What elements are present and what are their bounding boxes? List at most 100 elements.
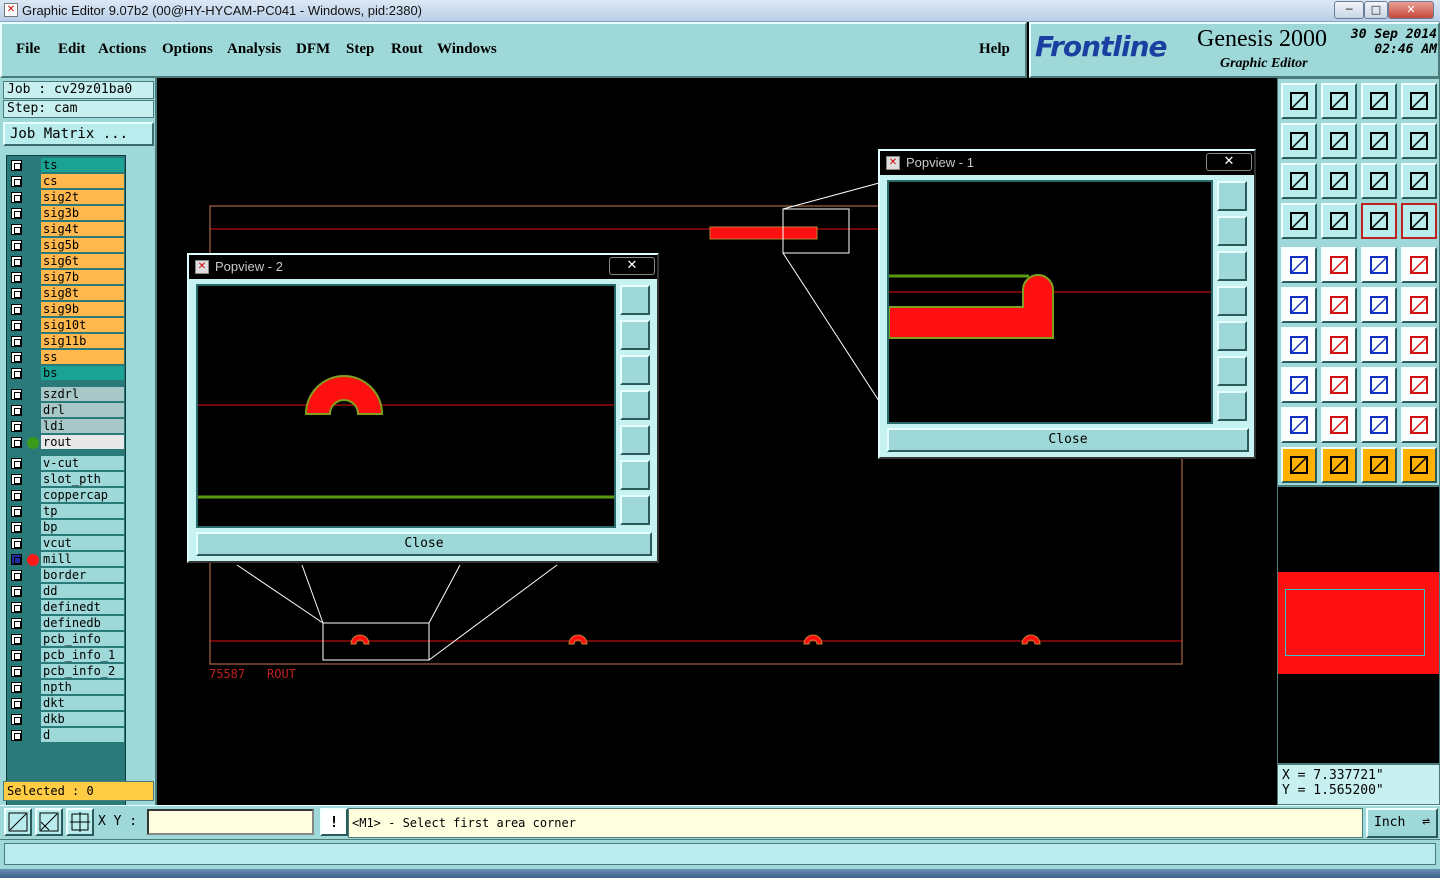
select-net-icon[interactable] bbox=[1401, 447, 1437, 483]
layer-checkbox[interactable] bbox=[11, 272, 22, 283]
menu-options[interactable]: Options bbox=[162, 41, 213, 58]
pan-down-icon[interactable] bbox=[620, 355, 650, 385]
pad-add-icon[interactable] bbox=[1281, 367, 1317, 403]
layer-row-drl[interactable]: drl bbox=[7, 403, 125, 418]
menu-dfm[interactable]: DFM bbox=[296, 41, 330, 58]
layer-name[interactable]: ts bbox=[41, 158, 124, 173]
layer-name[interactable]: dkb bbox=[41, 712, 124, 727]
layer-row-dkb[interactable]: dkb bbox=[7, 712, 125, 727]
layer-row-definedt[interactable]: definedt bbox=[7, 600, 125, 615]
select-lasso-icon[interactable] bbox=[1361, 447, 1397, 483]
drill-icon[interactable] bbox=[1361, 287, 1397, 323]
pan-down-icon[interactable] bbox=[1217, 251, 1247, 281]
layer-row-cs[interactable]: cs bbox=[7, 174, 125, 189]
drill-alt-icon[interactable] bbox=[1401, 287, 1437, 323]
line-red-icon[interactable] bbox=[1321, 367, 1357, 403]
layer-checkbox[interactable] bbox=[11, 538, 22, 549]
layer-name[interactable]: npth bbox=[41, 680, 124, 695]
layer-checkbox[interactable] bbox=[11, 389, 22, 400]
layer-row-sig4t[interactable]: sig4t bbox=[7, 222, 125, 237]
menu-rout[interactable]: Rout bbox=[391, 41, 423, 58]
layer-name[interactable]: mill bbox=[41, 552, 124, 567]
layer-checkbox[interactable] bbox=[11, 160, 22, 171]
layer-name[interactable]: dd bbox=[41, 584, 124, 599]
layer-checkbox[interactable] bbox=[11, 458, 22, 469]
maximize-button[interactable]: □ bbox=[1364, 1, 1388, 19]
layer-row-sig7b[interactable]: sig7b bbox=[7, 270, 125, 285]
popview-1-close-button[interactable]: Close bbox=[887, 428, 1249, 452]
layer-name[interactable]: definedt bbox=[41, 600, 124, 615]
layer-checkbox[interactable] bbox=[11, 490, 22, 501]
draw-line-icon[interactable] bbox=[1321, 327, 1357, 363]
circle-icon[interactable] bbox=[1401, 247, 1437, 283]
layer-checkbox[interactable] bbox=[11, 176, 22, 187]
arc-icon[interactable] bbox=[1361, 327, 1397, 363]
minimize-button[interactable]: ─ bbox=[1334, 1, 1364, 19]
layer-checkbox[interactable] bbox=[11, 730, 22, 741]
layer-name[interactable]: sig9b bbox=[41, 302, 124, 317]
measure-icon[interactable] bbox=[35, 808, 63, 836]
delete-connection-icon[interactable] bbox=[1321, 287, 1357, 323]
layer-row-sig10t[interactable]: sig10t bbox=[7, 318, 125, 333]
overview-panel[interactable] bbox=[1277, 486, 1440, 764]
text-icon[interactable] bbox=[1401, 327, 1437, 363]
layer-row-dd[interactable]: dd bbox=[7, 584, 125, 599]
layer-checkbox[interactable] bbox=[11, 352, 22, 363]
layer-checkbox[interactable] bbox=[11, 522, 22, 533]
ruler-icon[interactable] bbox=[1361, 247, 1397, 283]
select-box-icon[interactable] bbox=[1321, 447, 1357, 483]
layer-row-definedb[interactable]: definedb bbox=[7, 616, 125, 631]
layer-row-vcut[interactable]: vcut bbox=[7, 536, 125, 551]
zoom-out-icon[interactable] bbox=[620, 495, 650, 525]
zoom-fit-icon[interactable] bbox=[620, 285, 650, 315]
layer-row-ldi[interactable]: ldi bbox=[7, 419, 125, 434]
layer-checkbox[interactable] bbox=[11, 506, 22, 517]
layer-name[interactable]: vcut bbox=[41, 536, 124, 551]
connect-icon[interactable] bbox=[1281, 287, 1317, 323]
layer-row-bp[interactable]: bp bbox=[7, 520, 125, 535]
layer-checkbox[interactable] bbox=[11, 437, 22, 448]
layer-row-slot_pth[interactable]: slot_pth bbox=[7, 472, 125, 487]
layer-name[interactable]: pcb_info bbox=[41, 632, 124, 647]
pan-up-icon[interactable] bbox=[1217, 216, 1247, 246]
layer-row-ts[interactable]: ts bbox=[7, 158, 125, 173]
zoom-all-icon[interactable] bbox=[1321, 163, 1357, 199]
pan-right-icon[interactable] bbox=[1217, 321, 1247, 351]
layer-row-dkt[interactable]: dkt bbox=[7, 696, 125, 711]
layer-name[interactable]: pcb_info_1 bbox=[41, 648, 124, 663]
layer-checkbox[interactable] bbox=[11, 224, 22, 235]
layer-checkbox[interactable] bbox=[11, 634, 22, 645]
layer-name[interactable]: sig10t bbox=[41, 318, 124, 333]
layer-checkbox[interactable] bbox=[11, 698, 22, 709]
layer-row-border[interactable]: border bbox=[7, 568, 125, 583]
pan-left-icon[interactable] bbox=[1217, 286, 1247, 316]
help-icon[interactable] bbox=[1401, 163, 1437, 199]
layer-row-tp[interactable]: tp bbox=[7, 504, 125, 519]
layer-checkbox[interactable] bbox=[11, 368, 22, 379]
layer-row-sig8t[interactable]: sig8t bbox=[7, 286, 125, 301]
layer-row-ss[interactable]: ss bbox=[7, 350, 125, 365]
pan-left-icon[interactable] bbox=[1281, 123, 1317, 159]
overview-viewport[interactable] bbox=[1285, 589, 1425, 656]
popview-2-close-icon[interactable]: ✕ bbox=[609, 257, 655, 275]
triangle-mark-icon[interactable] bbox=[1321, 407, 1357, 443]
layer-checkbox[interactable] bbox=[11, 256, 22, 267]
layer-name[interactable]: sig4t bbox=[41, 222, 124, 237]
layer-name[interactable]: sig2t bbox=[41, 190, 124, 205]
menu-file[interactable]: File bbox=[16, 41, 40, 58]
layer-name[interactable]: sig11b bbox=[41, 334, 124, 349]
layer-row-v-cut[interactable]: v-cut bbox=[7, 456, 125, 471]
menu-help[interactable]: Help bbox=[979, 41, 1010, 58]
warning-button[interactable]: ! bbox=[320, 808, 348, 836]
home-icon[interactable] bbox=[1361, 83, 1397, 119]
layer-row-pcb_info[interactable]: pcb_info bbox=[7, 632, 125, 647]
triangle-angle-icon[interactable] bbox=[1401, 407, 1437, 443]
layer-checkbox[interactable] bbox=[11, 192, 22, 203]
menu-edit[interactable]: Edit bbox=[58, 41, 86, 58]
layer-checkbox[interactable] bbox=[11, 666, 22, 677]
layer-row-rout[interactable]: rout bbox=[7, 435, 125, 450]
pan-up-icon[interactable] bbox=[620, 320, 650, 350]
xy-input[interactable] bbox=[147, 809, 314, 835]
layer-name[interactable]: v-cut bbox=[41, 456, 124, 471]
zoom-home-icon[interactable] bbox=[1281, 83, 1317, 119]
